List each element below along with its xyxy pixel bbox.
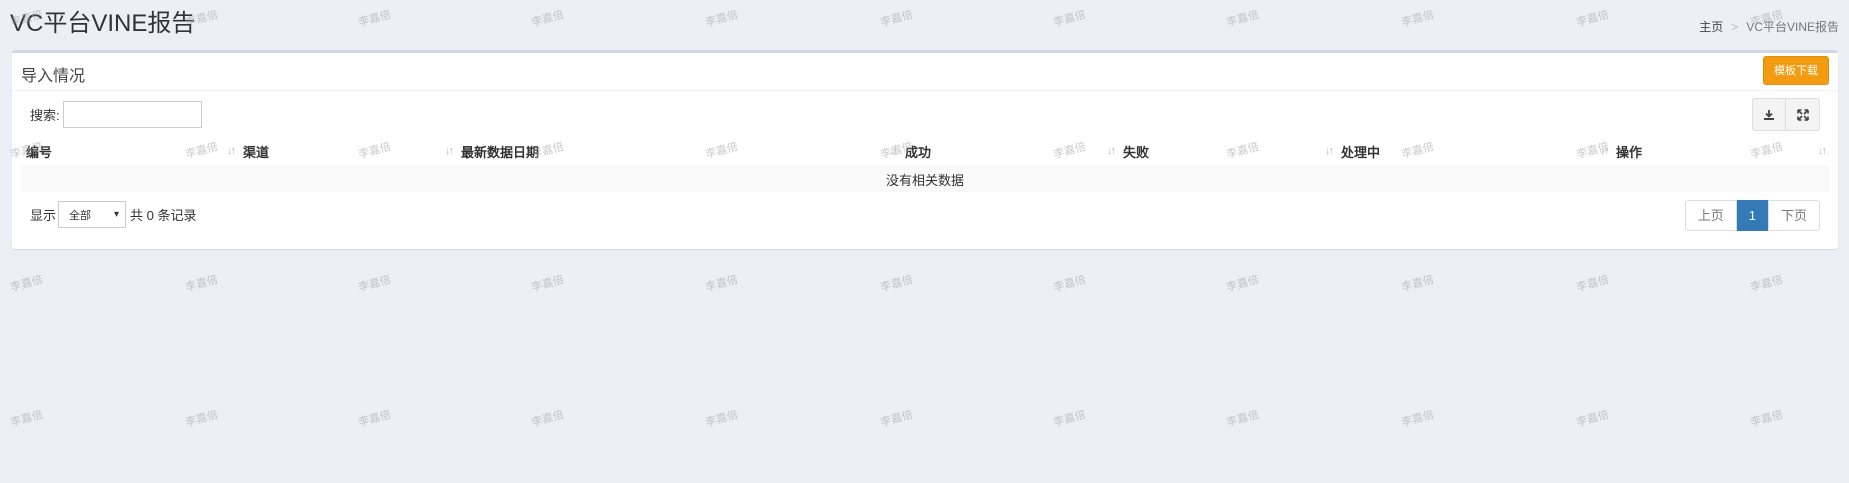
empty-message: 没有相关数据 bbox=[21, 166, 1829, 192]
panel-header: 导入情况 模板下载 bbox=[12, 53, 1838, 91]
column-header[interactable]: 渠道 ↓↑ bbox=[238, 138, 456, 167]
fullscreen-button[interactable] bbox=[1786, 98, 1820, 131]
column-label: 最新数据日期 bbox=[461, 145, 540, 161]
sort-icon: ↓↑ bbox=[1600, 145, 1609, 157]
watermark-text: 李嘉倍 bbox=[1575, 272, 1611, 295]
watermark-text: 李嘉倍 bbox=[184, 407, 220, 430]
column-header[interactable]: 失败 ↓↑ bbox=[1118, 138, 1336, 167]
download-icon bbox=[1764, 109, 1774, 120]
breadcrumb-current: VC平台VINE报告 bbox=[1746, 20, 1839, 34]
column-label: 失败 bbox=[1123, 145, 1150, 161]
watermark-text: 李嘉倍 bbox=[1749, 407, 1785, 430]
watermark-text: 李嘉倍 bbox=[357, 272, 393, 295]
watermark-text: 李嘉倍 bbox=[357, 407, 393, 430]
total-records: 共 0 条记录 bbox=[130, 208, 197, 223]
watermark-text: 李嘉倍 bbox=[9, 272, 45, 295]
sort-icon: ↓↑ bbox=[1818, 145, 1827, 157]
sort-icon: ↓↑ bbox=[1107, 145, 1116, 157]
watermark-text: 李嘉倍 bbox=[9, 407, 45, 430]
search-input[interactable] bbox=[63, 101, 202, 128]
watermark-text: 李嘉倍 bbox=[1225, 407, 1261, 430]
sort-icon: ↓↑ bbox=[227, 145, 236, 157]
column-header[interactable]: 操作 ↓↑ bbox=[1611, 138, 1829, 167]
page-size-select[interactable]: 全部 ▾ bbox=[58, 201, 126, 228]
page-title: VC平台VINE报告 bbox=[10, 10, 196, 37]
column-label: 渠道 bbox=[243, 145, 270, 161]
page-size-value: 全部 bbox=[69, 209, 91, 222]
column-label: 成功 bbox=[905, 145, 932, 161]
show-label: 显示 bbox=[30, 208, 57, 223]
sort-icon: ↓↑ bbox=[445, 145, 454, 157]
fullscreen-icon bbox=[1796, 108, 1809, 121]
column-label: 处理中 bbox=[1341, 145, 1381, 161]
column-header[interactable]: 处理中 ↓↑ bbox=[1336, 138, 1611, 167]
page-button-current[interactable]: 1 bbox=[1736, 200, 1768, 231]
empty-row: 没有相关数据 bbox=[21, 166, 1829, 192]
watermark-text: 李嘉倍 bbox=[879, 407, 915, 430]
import-panel: 导入情况 模板下载 搜索: 编号 ↓↑ 渠道 ↓↑ 最新数据日期 ↓↑ 成功 ↓… bbox=[12, 50, 1838, 249]
watermark-text: 李嘉倍 bbox=[530, 272, 566, 295]
sort-icon: ↓↑ bbox=[1325, 145, 1334, 157]
watermark-text: 李嘉倍 bbox=[184, 272, 220, 295]
watermark-text: 李嘉倍 bbox=[704, 407, 740, 430]
watermark-text: 李嘉倍 bbox=[704, 272, 740, 295]
column-header[interactable]: 编号 ↓↑ bbox=[21, 138, 238, 167]
watermark-text: 李嘉倍 bbox=[530, 407, 566, 430]
watermark-text: 李嘉倍 bbox=[1052, 272, 1088, 295]
watermark-text: 李嘉倍 bbox=[1575, 407, 1611, 430]
watermark-text: 李嘉倍 bbox=[1749, 272, 1785, 295]
pagination: 上页 1 下页 bbox=[1684, 200, 1820, 231]
watermark-text: 李嘉倍 bbox=[1400, 272, 1436, 295]
next-page-button[interactable]: 下页 bbox=[1767, 200, 1820, 231]
prev-page-button[interactable]: 上页 bbox=[1684, 200, 1737, 231]
watermark-text: 李嘉倍 bbox=[879, 272, 915, 295]
watermark-text: 李嘉倍 bbox=[1052, 407, 1088, 430]
column-header[interactable]: 最新数据日期 ↓↑ bbox=[456, 138, 900, 167]
chevron-down-icon: ▾ bbox=[113, 209, 119, 220]
table-tool-buttons bbox=[1752, 98, 1820, 131]
table-toolbar: 搜索: bbox=[12, 91, 1838, 138]
template-download-button[interactable]: 模板下载 bbox=[1763, 56, 1829, 85]
breadcrumb-home[interactable]: 主页 bbox=[1699, 18, 1723, 35]
watermark-text: 李嘉倍 bbox=[1400, 407, 1436, 430]
column-label: 操作 bbox=[1616, 145, 1643, 161]
export-button[interactable] bbox=[1752, 98, 1786, 131]
panel-title: 导入情况 bbox=[21, 68, 86, 85]
import-table: 编号 ↓↑ 渠道 ↓↑ 最新数据日期 ↓↑ 成功 ↓↑ 失败 ↓↑ 处理中 ↓↑ 操作 ↓↑ … bbox=[21, 138, 1829, 192]
table-header-row: 编号 ↓↑ 渠道 ↓↑ 最新数据日期 ↓↑ 成功 ↓↑ 失败 ↓↑ 处理中 ↓↑ 操作 ↓↑ bbox=[21, 138, 1829, 167]
search-label: 搜索: bbox=[30, 108, 60, 123]
column-label: 编号 bbox=[26, 145, 53, 161]
breadcrumb: 主页 > VC平台VINE报告 bbox=[1699, 18, 1839, 35]
table-footer: 显示 全部 ▾ 共 0 条记录 上页 1 下页 bbox=[12, 193, 1838, 233]
breadcrumb-separator: > bbox=[1731, 19, 1739, 34]
page-header: VC平台VINE报告 主页 > VC平台VINE报告 bbox=[10, 8, 1839, 40]
sort-icon: ↓↑ bbox=[889, 145, 898, 157]
column-header[interactable]: 成功 ↓↑ bbox=[900, 138, 1118, 167]
watermark-text: 李嘉倍 bbox=[1225, 272, 1261, 295]
